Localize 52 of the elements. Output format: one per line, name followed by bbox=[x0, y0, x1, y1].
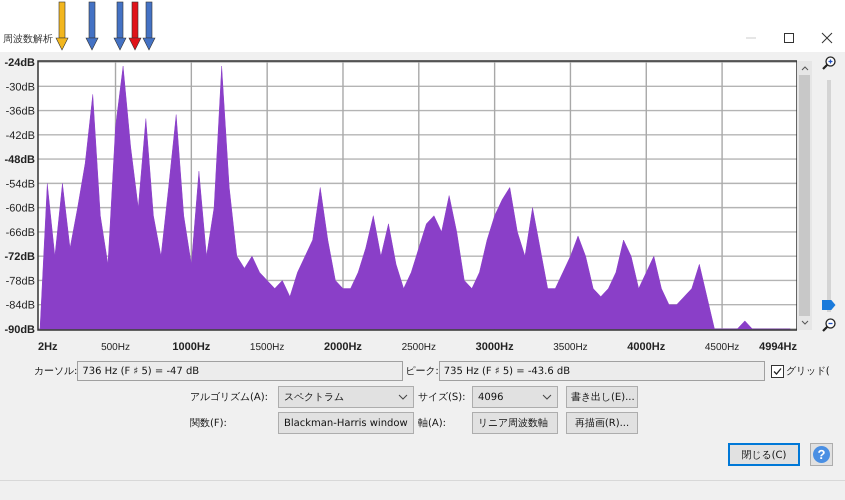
action-button[interactable]: 再描画(R)... bbox=[566, 412, 638, 434]
y-axis-label: -60dB bbox=[6, 202, 35, 215]
x-axis-label: 2000Hz bbox=[324, 341, 362, 353]
x-axis-label: 2500Hz bbox=[402, 342, 436, 353]
slider-thumb[interactable] bbox=[822, 300, 836, 310]
y-axis-label: -90dB bbox=[4, 324, 35, 336]
y-axis-label: -30dB bbox=[6, 81, 35, 94]
y-axis-label: -24dB bbox=[4, 57, 35, 69]
readout-field: 736 Hz (F ♯ 5) = -47 dB bbox=[77, 361, 404, 381]
x-axis-label: 4994Hz bbox=[759, 341, 797, 353]
y-axis-label: -72dB bbox=[4, 251, 35, 264]
scroll-up-icon[interactable] bbox=[800, 64, 810, 72]
scrollbar-thumb[interactable] bbox=[799, 75, 810, 316]
readout-label: ピーク: bbox=[405, 365, 439, 378]
x-axis-label: 500Hz bbox=[101, 342, 130, 353]
readout-field: 735 Hz (F ♯ 5) = -43.6 dB bbox=[438, 361, 765, 381]
y-axis-label: -78dB bbox=[6, 275, 35, 288]
readout-label: カーソル: bbox=[34, 365, 78, 378]
window-title: 周波数解析 bbox=[3, 32, 53, 46]
y-axis-label: -48dB bbox=[4, 154, 35, 166]
x-axis-label: 3500Hz bbox=[553, 342, 588, 353]
dropdown[interactable]: Blackman-Harris window bbox=[278, 412, 414, 434]
setting-label: アルゴリズム(A): bbox=[190, 391, 270, 404]
action-button[interactable]: 書き出し(E)... bbox=[566, 386, 638, 408]
maximize-icon[interactable] bbox=[783, 32, 795, 44]
x-axis-label: 1000Hz bbox=[172, 341, 210, 353]
scrollbar[interactable] bbox=[797, 61, 812, 330]
zoom-out-icon[interactable] bbox=[822, 318, 836, 332]
y-axis-label: -36dB bbox=[6, 106, 35, 118]
checkbox-icon[interactable] bbox=[770, 364, 784, 378]
x-axis-label: 3000Hz bbox=[476, 341, 514, 353]
scroll-down-icon[interactable] bbox=[800, 319, 810, 327]
x-axis-label: 1500Hz bbox=[250, 342, 284, 353]
y-axis-label: -84dB bbox=[6, 300, 35, 312]
dropdown[interactable]: リニア周波数軸 bbox=[472, 412, 558, 434]
x-axis-label: 4000Hz bbox=[627, 341, 666, 353]
zoom-in-icon[interactable] bbox=[822, 56, 836, 70]
chevron-icon bbox=[542, 394, 552, 400]
dropdown[interactable]: 4096 bbox=[472, 386, 558, 408]
x-axis-label: 2Hz bbox=[38, 341, 58, 353]
grid-checkbox[interactable]: グリッド( bbox=[770, 364, 830, 378]
chevron-icon bbox=[398, 394, 408, 400]
close-icon[interactable] bbox=[821, 32, 833, 44]
y-axis-label: -66dB bbox=[6, 226, 35, 239]
y-axis-label: -54dB bbox=[6, 178, 35, 190]
dropdown[interactable]: スペクトラム bbox=[278, 386, 414, 408]
setting-label: 軸(A): bbox=[418, 416, 448, 430]
x-axis-label: 4500Hz bbox=[704, 342, 740, 353]
setting-label: 関数(F): bbox=[190, 417, 228, 430]
close-button[interactable]: 閉じる(C) bbox=[728, 443, 800, 466]
y-axis-label: -42dB bbox=[6, 130, 35, 142]
setting-label: サイズ(S): bbox=[418, 391, 467, 404]
